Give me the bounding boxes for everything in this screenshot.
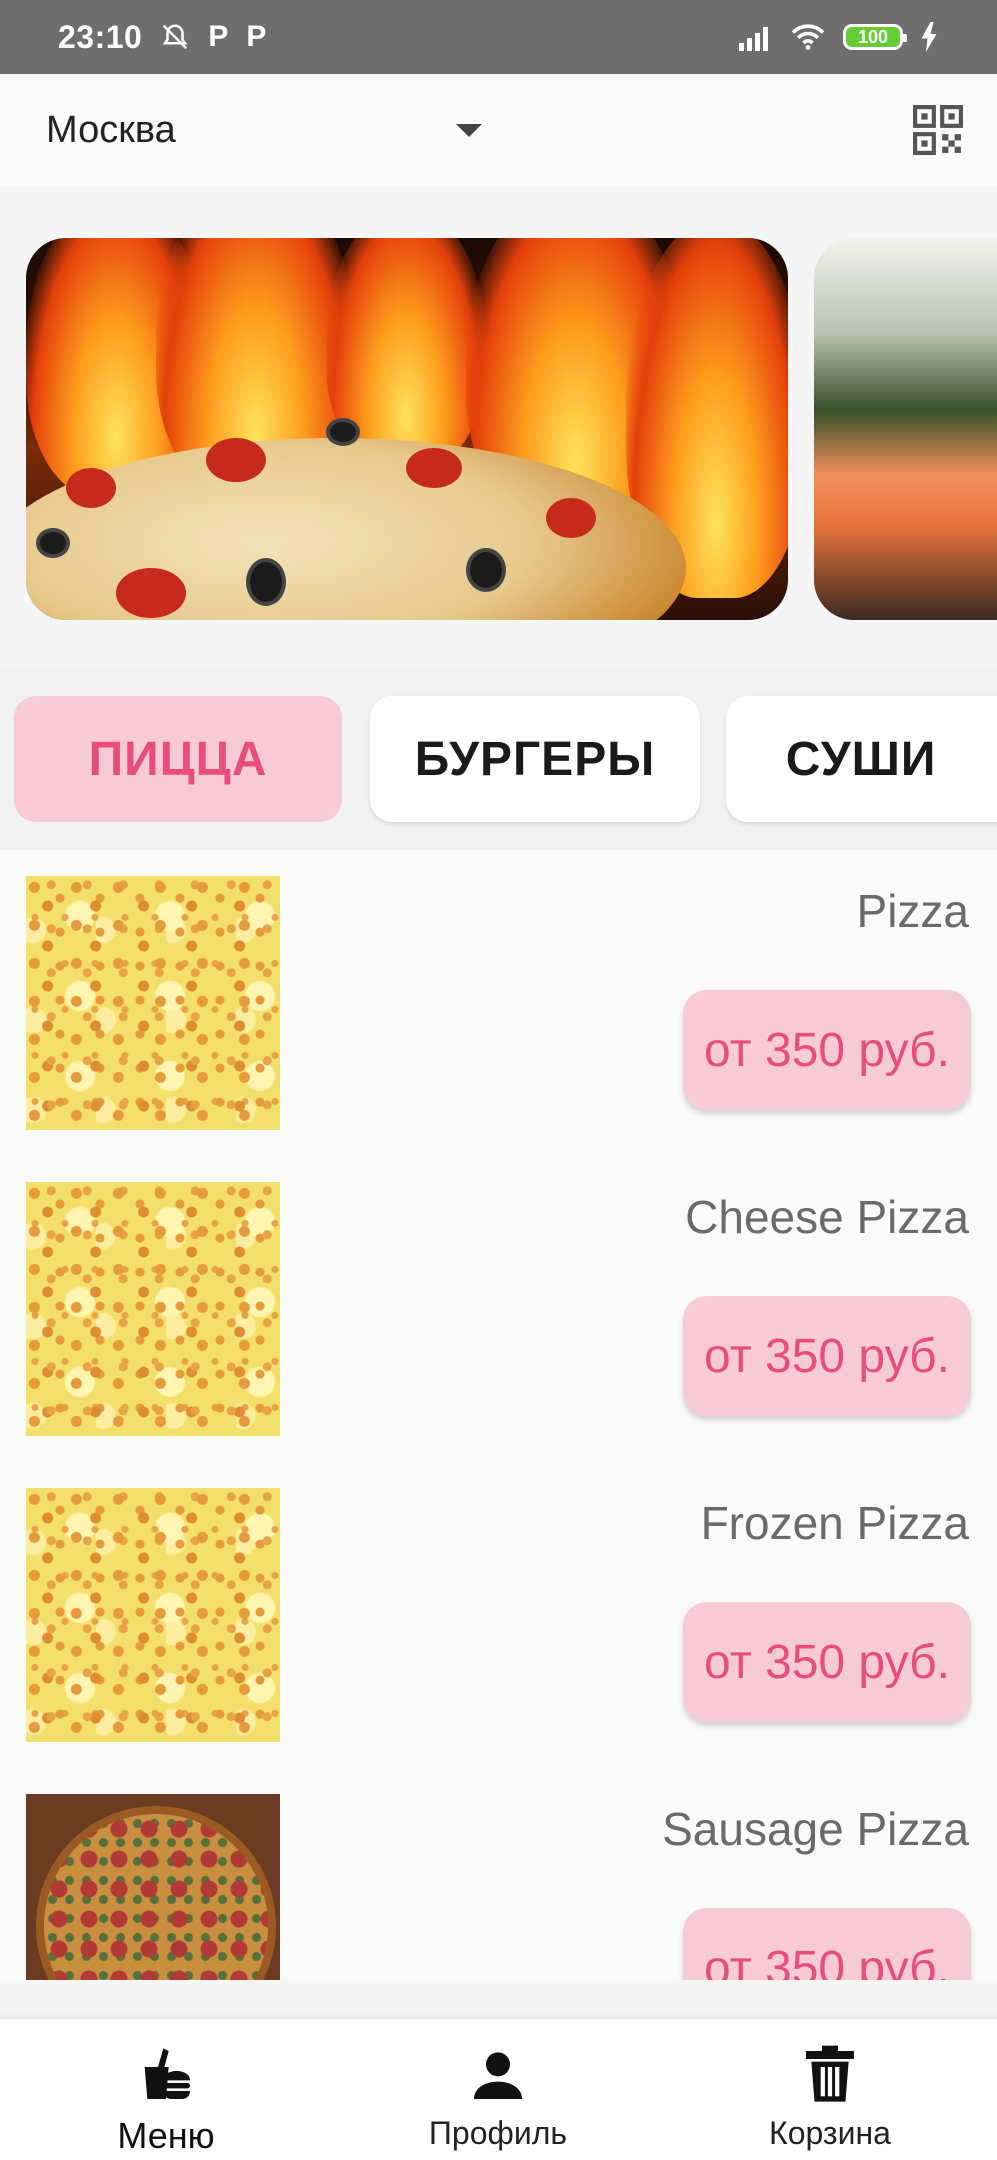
charging-icon [921,22,937,52]
list-item[interactable]: Frozen Pizza от 350 руб. [0,1462,997,1768]
wifi-icon [791,24,825,50]
product-image [26,1488,280,1742]
qr-code-icon[interactable] [913,105,963,155]
price-button[interactable]: от 350 руб. [683,1296,971,1416]
promo-carousel[interactable] [0,186,997,666]
product-list[interactable]: Pizza от 350 руб. Cheese Pizza от 350 ру… [0,850,997,1980]
product-image [26,1794,280,1980]
nav-menu-label: Меню [117,2115,215,2156]
battery-icon: 100 [843,24,907,50]
food-menu-icon [144,2048,190,2099]
top-bar: Москва [0,74,997,186]
nav-cart-label: Корзина [769,2115,891,2151]
bell-off-icon [163,24,188,50]
status-right: 100 [737,22,939,52]
status-bar: 23:10 P P 100 [0,0,997,74]
list-item[interactable]: Pizza от 350 руб. [0,850,997,1156]
product-title: Cheese Pizza [685,1191,969,1243]
tab-burgers[interactable]: БУРГЕРЫ [370,696,700,822]
tab-sushi[interactable]: СУШИ [726,696,997,822]
status-left: 23:10 P P [58,19,266,56]
sausage-pizza-image [36,1806,276,1980]
nav-cart[interactable]: Корзина [710,2019,950,2160]
person-icon [474,2052,522,2099]
product-image [26,1182,280,1436]
nav-profile[interactable]: Профиль [378,2019,618,2160]
price-button[interactable]: от 350 руб. [683,1602,971,1722]
parking-icon: P [208,20,229,53]
nav-profile-label: Профиль [428,2115,568,2151]
product-title: Sausage Pizza [662,1803,969,1855]
product-title: Pizza [856,885,969,937]
list-item[interactable]: Cheese Pizza от 350 руб. [0,1156,997,1462]
price-button[interactable]: от 350 руб. [683,1908,971,1980]
signal-icon [739,27,768,51]
battery-level: 100 [857,26,889,47]
status-time: 23:10 [58,18,143,55]
city-select[interactable]: Москва [46,109,482,152]
tab-pizza[interactable]: ПИЦЦА [14,696,342,822]
city-label: Москва [46,108,176,151]
price-button[interactable]: от 350 руб. [683,990,971,1110]
category-tabs: ПИЦЦА БУРГЕРЫ СУШИ [0,666,997,850]
chevron-down-icon [456,123,482,137]
nav-menu[interactable]: Меню [46,2019,286,2160]
list-item[interactable]: Sausage Pizza от 350 руб. [0,1768,997,1980]
bottom-nav: Меню Профиль Корзина [0,2018,997,2160]
parking-icon: P [246,20,267,53]
promo-banner-sushi[interactable] [814,238,997,620]
trash-icon [806,2045,854,2102]
product-title: Frozen Pizza [700,1497,969,1549]
product-image [26,876,280,1130]
promo-banner-pizza[interactable] [26,238,788,620]
